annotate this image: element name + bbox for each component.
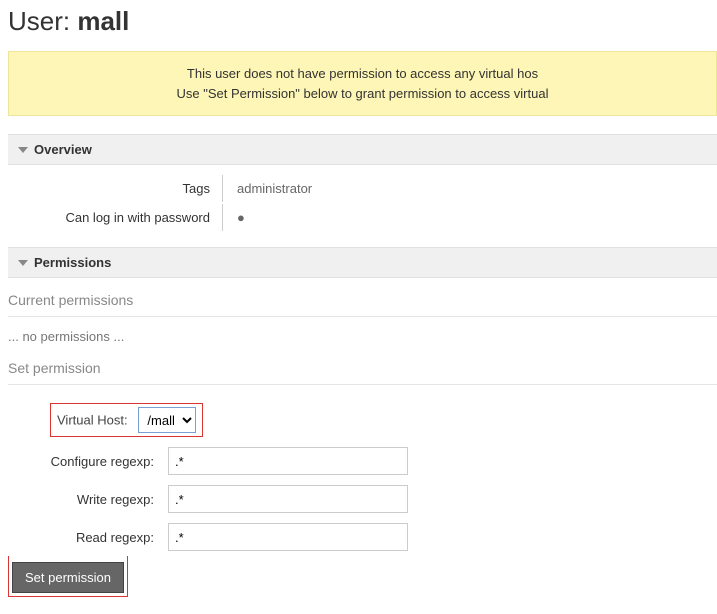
login-label: Can log in with password [10, 204, 220, 231]
warning-line1: This user does not have permission to ac… [187, 66, 538, 81]
divider [8, 384, 717, 385]
vhost-select[interactable]: /mall [138, 407, 196, 433]
chevron-down-icon [18, 147, 28, 153]
set-permission-title: Set permission [8, 360, 717, 376]
permissions-title: Permissions [34, 255, 111, 270]
write-label: Write regexp: [10, 481, 160, 517]
no-permissions-text: ... no permissions ... [8, 329, 717, 344]
overview-table: Tags administrator Can log in with passw… [8, 173, 324, 233]
overview-section-header[interactable]: Overview [8, 134, 717, 165]
login-value: ● [222, 204, 322, 231]
title-prefix: User: [8, 6, 77, 36]
configure-label: Configure regexp: [10, 443, 160, 479]
chevron-down-icon [18, 260, 28, 266]
warning-line2: Use "Set Permission" below to grant perm… [177, 86, 549, 101]
permissions-section-header[interactable]: Permissions [8, 247, 717, 278]
tags-label: Tags [10, 175, 220, 202]
configure-input[interactable] [168, 447, 408, 475]
write-input[interactable] [168, 485, 408, 513]
title-username: mall [77, 6, 129, 36]
divider [8, 316, 717, 317]
read-input[interactable] [168, 523, 408, 551]
tags-value: administrator [222, 175, 322, 202]
vhost-label: Virtual Host: [57, 413, 128, 428]
current-permissions-title: Current permissions [8, 292, 717, 308]
page-title: User: mall [8, 6, 717, 37]
permission-form: Virtual Host: /mall Configure regexp: Wr… [8, 397, 416, 557]
set-permission-button[interactable]: Set permission [12, 562, 124, 593]
warning-banner: This user does not have permission to ac… [8, 51, 717, 116]
read-label: Read regexp: [10, 519, 160, 555]
overview-title: Overview [34, 142, 92, 157]
